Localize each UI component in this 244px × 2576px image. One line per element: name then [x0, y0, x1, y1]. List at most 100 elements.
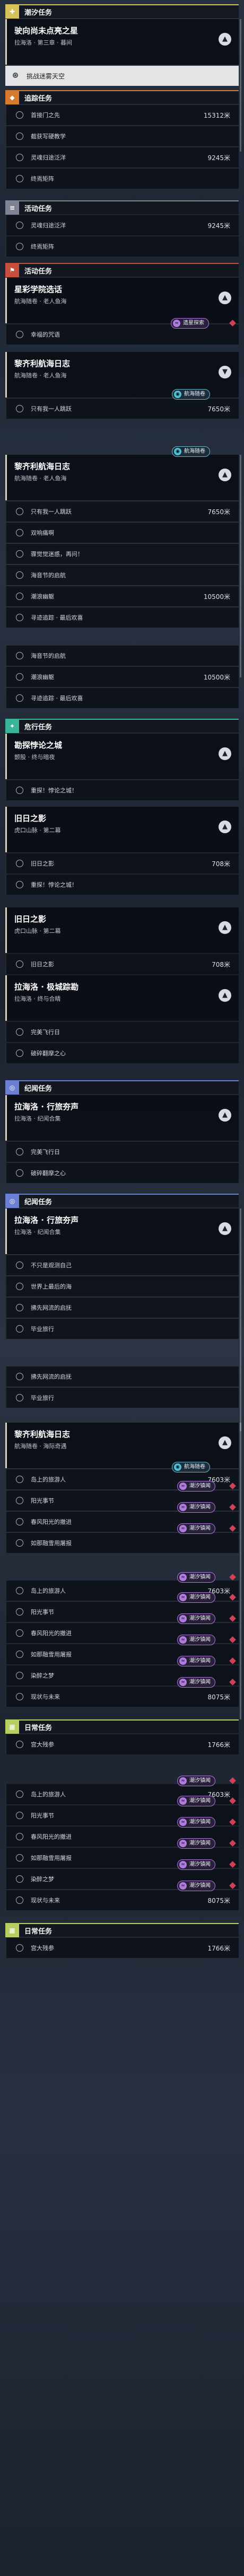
objective-circle-icon — [16, 1325, 23, 1333]
collapse-chevron-icon[interactable]: ▲ — [219, 1109, 231, 1122]
scrollbar[interactable] — [240, 19, 241, 152]
quest-objective[interactable]: 重探！悖论之城！ — [5, 780, 239, 800]
quest-objective[interactable]: 终焉矩阵 — [5, 169, 239, 189]
category-header[interactable]: ✦ 危行任务 — [5, 719, 239, 733]
region-badge: ≈ 潮汐镇闻 — [177, 1502, 215, 1513]
collapse-chevron-icon[interactable]: ▲ — [219, 989, 231, 1002]
quest-objective[interactable]: 海音节的启航 — [5, 646, 239, 666]
objective-label: 完美飞行日 — [31, 1029, 60, 1036]
quest-header[interactable]: 星彩学院选话 航海随卷 · 老人鱼海 ▲ — [5, 278, 239, 323]
quest-objective[interactable]: 寻迹追踪 · 最后欢喜 — [5, 607, 239, 628]
region-badge: ◉ 航海随卷 — [172, 389, 210, 400]
objective-label: 春风阳光的撤进 — [31, 1630, 72, 1637]
objective-circle-icon — [16, 960, 23, 968]
collapse-chevron-icon[interactable]: ▲ — [219, 469, 231, 481]
objective-label: 海音节的启航 — [31, 652, 66, 659]
objective-circle-icon — [16, 154, 23, 161]
collapse-chevron-icon[interactable]: ▲ — [219, 821, 231, 833]
quest-objective[interactable]: 宫大残参 1766米 — [5, 1938, 239, 1958]
quest-objective[interactable]: 旧日之影 708米 — [5, 954, 239, 974]
objective-circle-icon — [16, 571, 23, 579]
quest-header[interactable]: 拉海洛 · 行旅夯声 拉海洛 · 纪闻合集 ▲ — [5, 1095, 239, 1141]
objective-circle-icon — [16, 787, 23, 794]
category-header[interactable]: ◎ 纪闻任务 — [5, 1194, 239, 1208]
category-header[interactable]: ◎ 纪闻任务 — [5, 1080, 239, 1095]
shield-icon: ✦ — [5, 719, 19, 733]
category-header[interactable]: ✚ 潮汐任务 — [5, 4, 239, 19]
quest-objective[interactable]: 宫大残参 1766米 — [5, 1734, 239, 1754]
quest-header[interactable]: 旧日之影 虎口山脉 · 第二幕 ▲ — [5, 807, 239, 852]
scrollbar[interactable] — [240, 455, 241, 677]
objective-circle-icon — [16, 550, 23, 558]
quest-header[interactable]: 拉海洛 · 极城踪勘 拉海洛 · 终与合睛 ▲ — [5, 975, 239, 1021]
quest-objective[interactable]: 潮浪幽躯 10500米 — [5, 586, 239, 606]
collapse-chevron-icon[interactable]: ▲ — [219, 747, 231, 760]
quest-subtitle: 航海随卷 · 老人鱼海 — [14, 475, 67, 482]
quest-objective[interactable]: 截获写硬教学 — [5, 126, 239, 146]
category-header[interactable]: ◆ 追踪任务 — [5, 90, 239, 104]
badge-label: 潮汐镇闻 — [189, 1525, 211, 1531]
quest-objective[interactable]: 寻迹追踪 · 最后欢喜 — [5, 688, 239, 708]
collapse-chevron-icon[interactable]: ▲ — [219, 1436, 231, 1449]
quest-objective[interactable]: 破碎翻摩之心 — [5, 1163, 239, 1183]
collapse-chevron-icon[interactable]: ▲ — [219, 1222, 231, 1235]
quest-header[interactable]: 黎齐利航海日志 航海随卷 · 老人鱼海 ▲ — [5, 455, 239, 500]
quest-objective[interactable]: 完美飞行日 — [5, 1142, 239, 1162]
quest-objective[interactable]: 只有我一人跳跃 7650米 — [5, 501, 239, 522]
quest-subtitle: 拉海洛 · 终与合睛 — [14, 995, 61, 1002]
scrollbar[interactable] — [240, 1423, 241, 1719]
objective-label: 现状与未来 — [31, 1897, 60, 1904]
badge-label: 潮汐镇闻 — [189, 1483, 211, 1489]
objective-label: 重探！悖论之城！ — [31, 787, 77, 794]
quest-objective[interactable]: 旧日之影 708米 — [5, 853, 239, 874]
quest-header[interactable]: 旧日之影 虎口山脉 · 第二幕 ▲ — [5, 907, 239, 953]
quest-objective[interactable]: 只有我一人跳跃 7650米 — [5, 399, 239, 419]
quest-objective[interactable]: 破碎翻摩之心 — [5, 1043, 239, 1063]
quest-objective[interactable]: 完美飞行日 — [5, 1022, 239, 1042]
quest-objective[interactable]: 灵魂归途泛洋 9245米 — [5, 147, 239, 167]
objective-distance: 7650米 — [207, 508, 230, 516]
category-header[interactable]: ▦ 日常任务 — [5, 1719, 239, 1734]
compass-icon: ◉ — [174, 448, 181, 455]
collapse-chevron-icon[interactable]: ▲ — [219, 292, 231, 304]
quest-objective[interactable]: 现状与未来 8075米 — [5, 1687, 239, 1707]
badge-label: 潮汐镇闻 — [189, 1616, 211, 1621]
quest-objective[interactable]: 终焉矩阵 — [5, 236, 239, 257]
category-header[interactable]: ⚑ 活动任务 — [5, 263, 239, 277]
quest-objective[interactable]: 毕业旅行 — [5, 1319, 239, 1339]
quest-header[interactable]: 拉海洛 · 行旅夯声 拉海洛 · 纪闻合集 ▲ — [5, 1208, 239, 1254]
quest-header[interactable]: 勘探悖论之城 颤股 · 终与暗夜 ▲ — [5, 734, 239, 779]
collapse-chevron-icon[interactable]: ▲ — [219, 921, 231, 934]
objective-label: 阳光事节 — [31, 1497, 54, 1504]
quest-objective[interactable]: 毕业旅行 — [5, 1388, 239, 1408]
quest-objective[interactable]: 不只是观测自己 — [5, 1255, 239, 1275]
category-header[interactable]: ≡ 活动任务 — [5, 200, 239, 215]
quest-objective[interactable]: 世界上最后的海 — [5, 1276, 239, 1296]
quest-objective[interactable]: 重探！悖论之城！ — [5, 875, 239, 895]
objective-label: 岛上的旅游人 — [31, 1587, 66, 1594]
scrollbar[interactable] — [240, 1208, 241, 1431]
objective-distance: 1766米 — [207, 1944, 230, 1952]
quest-objective[interactable]: 双响痛啊 — [5, 523, 239, 543]
quest-objective[interactable]: 首接门之先 15312米 — [5, 105, 239, 125]
quest-objective[interactable]: 现状与未来 8075米 — [5, 1890, 239, 1910]
quest-objective[interactable]: 海音节的启航 — [5, 565, 239, 585]
region-badge: ≈ 潮汐镇闻 — [177, 1817, 215, 1828]
objective-circle-icon — [16, 673, 23, 681]
quest-objective[interactable]: 灵魂归途泛洋 9245米 — [5, 215, 239, 235]
quest-objective[interactable]: 拂先网流的启抚 — [5, 1366, 239, 1387]
objective-label: 旧日之影 — [31, 961, 54, 968]
objective-circle-icon — [16, 1304, 23, 1311]
objective-label: 潮浪幽躯 — [31, 593, 54, 600]
collapse-chevron-icon[interactable]: ▼ — [219, 366, 231, 378]
quest-objective[interactable]: 拂先网流的启抚 — [5, 1298, 239, 1318]
objective-label: 不只是观测自己 — [31, 1262, 72, 1269]
quest-header[interactable]: 驶向尚未点亮之星 拉海洛 · 第三章 · 暮间 ▲ — [5, 19, 239, 65]
objective-distance: 9245米 — [207, 222, 230, 230]
quest-objective[interactable]: 骤觉觉迷惑，再问！ — [5, 544, 239, 564]
quest-objective[interactable]: 如那融雪用屠报 — [5, 1533, 239, 1553]
quest-objective[interactable]: 潮浪幽躯 10500米 — [5, 667, 239, 687]
collapse-chevron-icon[interactable]: ▲ — [219, 33, 231, 46]
selected-objective[interactable]: 挑战迷雾天空 — [5, 66, 239, 86]
category-header[interactable]: ▦ 日常任务 — [5, 1923, 239, 1937]
